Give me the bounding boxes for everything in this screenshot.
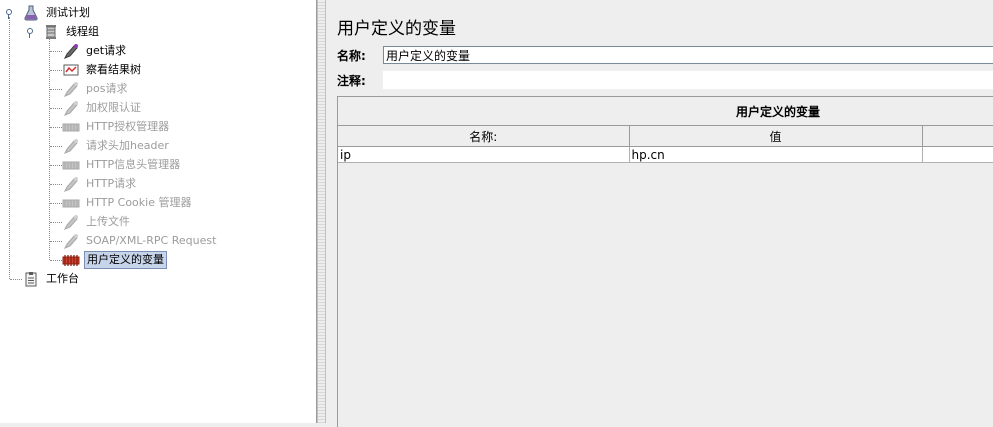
tree-node-workbench[interactable]: 工作台 [22,270,81,288]
tree-guide-line [50,241,62,242]
root-expand-handle[interactable] [5,8,13,19]
sampler-pipette-icon [62,176,80,192]
tree-node-label: 上传文件 [86,215,130,228]
thread-group-expand-handle[interactable] [26,27,34,38]
tree-node-child[interactable]: 加权限认证 [62,99,143,117]
user-defined-variables-panel: 用户定义的变量 名称: 注释: 用户定义的变量 名称: 值 [326,0,993,427]
sampler-pipette-icon [62,138,80,154]
tree-node-label: get请求 [86,44,127,57]
sampler-pipette-icon [62,214,80,230]
column-header-value[interactable]: 值 [629,125,923,147]
results-tree-icon [62,62,80,78]
table-title: 用户定义的变量 [735,105,820,119]
tree-guide-line [50,203,62,204]
test-plan-tree[interactable]: 测试计划 线程组 get请求察看结果树 pos请求加权限认证 HTTP授权管理器 请求… [0,0,317,423]
panel-splitter[interactable] [317,0,326,423]
tree-node-label: 加权限认证 [86,101,141,114]
variable-description-cell[interactable] [922,146,993,163]
flask-icon [22,5,40,21]
tree-guide-line [50,89,62,90]
tree-guide-line [50,260,62,261]
tree-node-child[interactable]: get请求 [62,42,128,60]
tree-node-label: 请求头加header [86,139,169,152]
tree-node-child[interactable]: 请求头加header [62,137,171,155]
config-element-icon [62,157,80,173]
tree-node-label: 工作台 [46,272,79,285]
config-element-icon [62,195,80,211]
tree-node-label: HTTP信息头管理器 [86,158,181,171]
sampler-pipette-icon [62,100,80,116]
column-header-name[interactable]: 名称: [338,125,630,147]
comment-label: 注释: [337,73,366,88]
page-title: 用户定义的变量 [337,19,456,39]
tree-node-child[interactable]: SOAP/XML-RPC Request [62,232,218,250]
user-variables-icon [62,252,80,268]
tree-guide-line [50,146,62,147]
table-empty-area [338,163,993,427]
clipboard-icon [22,271,40,287]
tree-node-child[interactable]: pos请求 [62,80,129,98]
tree-node-child[interactable]: 察看结果树 [62,61,143,79]
tree-guide-line [50,127,62,128]
tree-guide-line [50,108,62,109]
comment-input[interactable] [383,71,993,89]
tree-guide-line [50,165,62,166]
variables-section: 用户定义的变量 名称: 值 ip hp.cn [337,96,993,427]
tree-node-label: HTTP授权管理器 [86,120,170,133]
sampler-pipette-icon [62,233,80,249]
tree-guide-line [49,38,50,260]
sampler-pipette-icon [62,81,80,97]
variables-table: 名称: 值 ip hp.cn [338,125,993,163]
spool-icon [42,24,60,40]
name-row: 名称: [337,45,993,65]
comment-row: 注释: [337,70,993,90]
tree-node-child[interactable]: HTTP Cookie 管理器 [62,194,193,212]
table-row[interactable]: ip hp.cn [338,146,993,163]
column-header-description[interactable] [922,125,993,147]
tree-node-thread-group[interactable]: 线程组 [42,23,101,41]
variable-name-cell[interactable]: ip [338,146,630,163]
tree-guide-line [9,17,10,279]
tree-node-label: pos请求 [86,82,128,95]
tree-node-label: SOAP/XML-RPC Request [86,234,217,247]
tree-node-child[interactable]: HTTP请求 [62,175,138,193]
tree-node-child[interactable]: HTTP授权管理器 [62,118,171,136]
tree-guide-line [10,279,22,280]
tree-node-test-plan[interactable]: 测试计划 [22,4,92,22]
tree-node-label: HTTP Cookie 管理器 [86,196,192,209]
tree-node-child[interactable]: 用户定义的变量 [62,251,167,269]
tree-node-label: 察看结果树 [86,63,141,76]
tree-node-label: 用户定义的变量 [84,251,167,269]
tree-guide-line [50,70,62,71]
sampler-pipette-icon [62,43,80,59]
variable-value-cell[interactable]: hp.cn [629,146,923,163]
name-input[interactable] [383,46,993,64]
tree-node-label: 线程组 [66,25,99,38]
config-element-icon [62,119,80,135]
tree-node-child[interactable]: 上传文件 [62,213,132,231]
tree-guide-line [50,222,62,223]
name-label: 名称: [337,48,366,63]
tree-node-child[interactable]: HTTP信息头管理器 [62,156,182,174]
tree-node-label: 测试计划 [46,6,90,19]
table-header-row: 名称: 值 [338,125,993,147]
tree-guide-line [50,184,62,185]
tree-guide-line [50,51,62,52]
tree-node-label: HTTP请求 [86,177,137,190]
